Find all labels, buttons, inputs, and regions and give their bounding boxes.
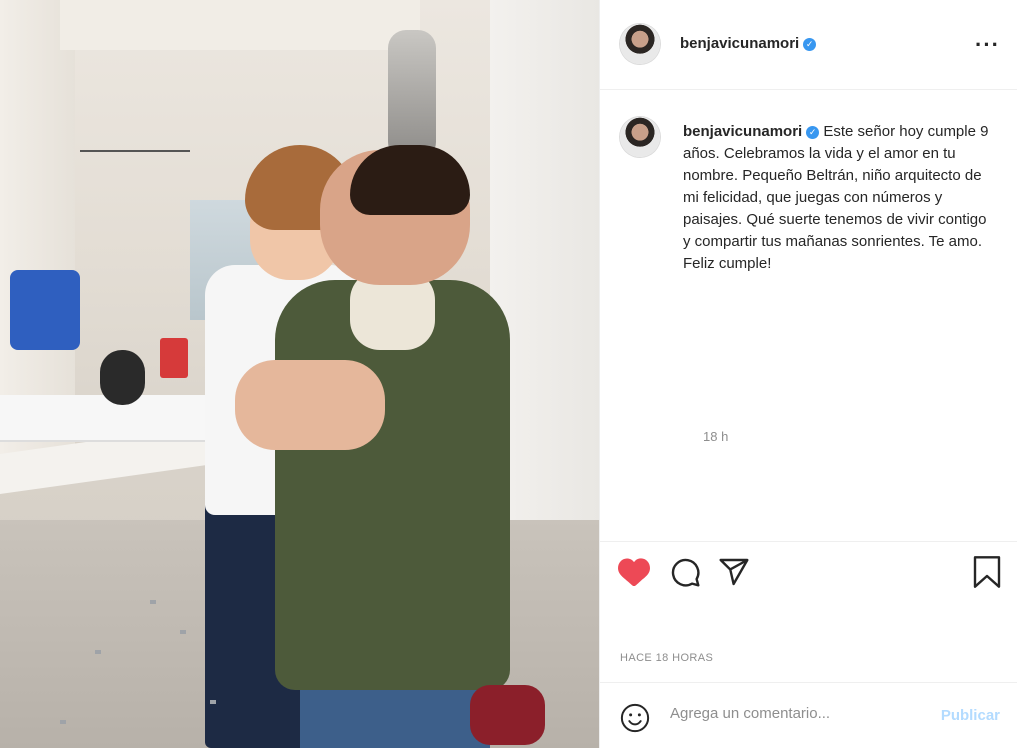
comment-form: Publicar <box>600 682 1017 748</box>
photo-confetti <box>60 720 66 724</box>
photo-toy <box>100 350 145 405</box>
photo-cup <box>160 338 188 378</box>
caption-username[interactable]: benjavicunamori <box>683 123 802 140</box>
caption-body: Este señor hoy cumple 9 años. Celebramos… <box>683 123 989 272</box>
photo-confetti <box>95 650 101 654</box>
caption-avatar[interactable] <box>620 117 660 157</box>
post-header: benjavicunamori ✓ ··· <box>600 0 1017 90</box>
photo-ceiling <box>60 0 420 50</box>
photo-tray <box>0 395 215 440</box>
verified-badge-icon: ✓ <box>806 126 820 139</box>
paper-plane-icon[interactable] <box>718 556 750 593</box>
more-options-icon[interactable]: ··· <box>975 32 1000 58</box>
author-avatar[interactable] <box>620 24 660 64</box>
post-actions-bar <box>600 541 1017 601</box>
photo-confetti <box>150 600 156 604</box>
heart-filled-icon[interactable] <box>618 556 650 591</box>
post-photo[interactable] <box>0 0 599 748</box>
photo-light-fixture <box>388 30 436 160</box>
photo-confetti <box>180 630 186 634</box>
smiley-icon[interactable] <box>620 703 650 738</box>
photo-cake <box>10 270 80 350</box>
photo-man-hair <box>350 145 470 215</box>
instagram-post-modal: benjavicunamori ✓ ··· benjavicunamori ✓ Es… <box>0 0 1017 748</box>
caption-text: benjavicunamori ✓ Este señor hoy cumple 9… <box>683 121 995 275</box>
photo-hands <box>235 360 385 450</box>
caption-timestamp[interactable]: 18 h <box>703 429 728 444</box>
photo-bunting <box>80 150 190 222</box>
post-side-panel: benjavicunamori ✓ ··· benjavicunamori ✓ Es… <box>599 0 1017 748</box>
publish-button[interactable]: Publicar <box>941 707 1000 724</box>
verified-badge-icon: ✓ <box>803 38 817 51</box>
author-username[interactable]: benjavicunamori ✓ <box>680 35 817 52</box>
post-timestamp[interactable]: HACE 18 HORAS <box>620 652 713 664</box>
photo-confetti <box>210 700 216 704</box>
comment-icon[interactable] <box>669 556 701 593</box>
author-username-text[interactable]: benjavicunamori <box>680 35 799 52</box>
comment-input[interactable] <box>670 705 920 722</box>
photo-shoe <box>470 685 545 745</box>
bookmark-icon[interactable] <box>973 556 1001 593</box>
